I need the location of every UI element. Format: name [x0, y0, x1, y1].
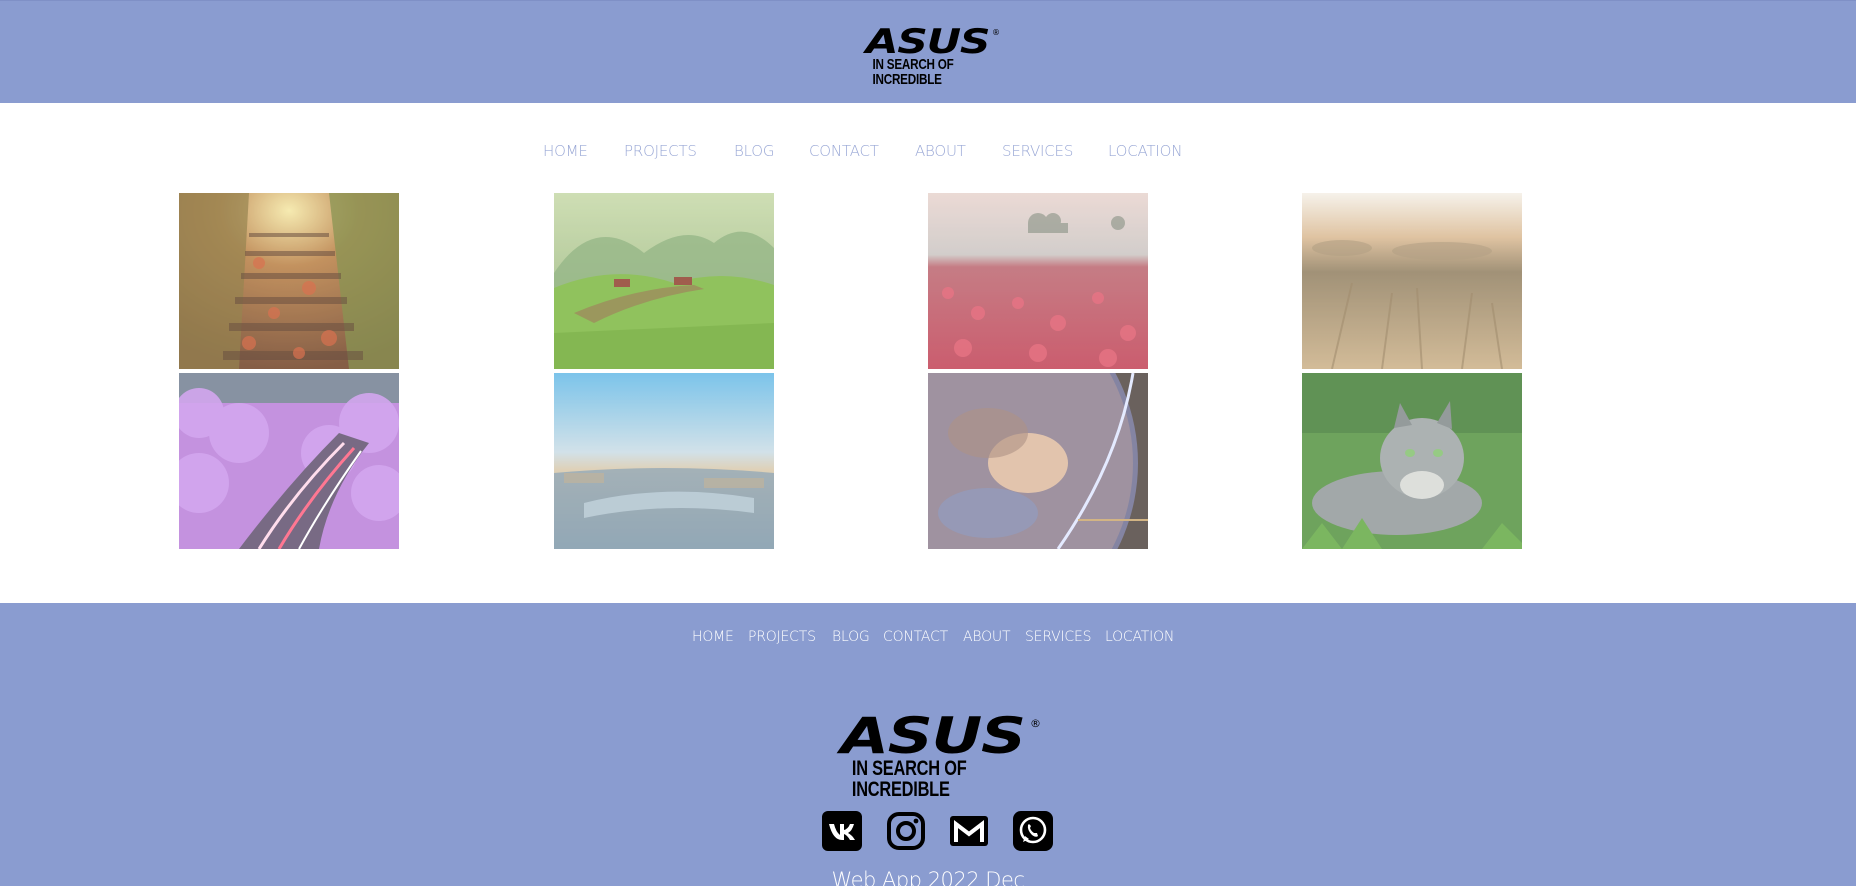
- gallery-image-blossom-road[interactable]: [179, 373, 399, 549]
- page: ASUS ® IN SEARCH OF INCREDIBLE HOME PROJ…: [0, 0, 1856, 886]
- whatsapp-icon[interactable]: [1012, 810, 1054, 852]
- gallery-image-earth-space[interactable]: [928, 373, 1148, 549]
- footer-logo[interactable]: ASUS ® IN SEARCH OF INCREDIBLE: [829, 707, 1041, 801]
- header-logo[interactable]: ASUS ® IN SEARCH OF INCREDIBLE: [857, 22, 1000, 88]
- nav-blog[interactable]: BLOG: [734, 142, 774, 160]
- instagram-icon[interactable]: [885, 810, 927, 852]
- footer-nav-projects[interactable]: PROJECTS: [748, 629, 816, 645]
- social-links: [0, 810, 1856, 852]
- footer-nav-about[interactable]: ABOUT: [963, 629, 1011, 645]
- footer-nav-services[interactable]: SERVICES: [1025, 629, 1092, 645]
- site-footer: HOME PROJECTS BLOG CONTACT ABOUT SERVICE…: [0, 603, 1856, 886]
- main-nav: HOME PROJECTS BLOG CONTACT ABOUT SERVICE…: [0, 142, 1856, 162]
- registered-mark: ®: [1030, 717, 1041, 730]
- footer-nav-blog[interactable]: BLOG: [832, 629, 870, 645]
- logo-tagline: IN SEARCH OF INCREDIBLE: [872, 56, 954, 88]
- gmail-icon[interactable]: [948, 810, 990, 852]
- gallery-image-autumn-stairs[interactable]: [179, 193, 399, 369]
- gallery-image-wheat-field[interactable]: [1302, 193, 1522, 369]
- copyright-text: Web App 2022 Dec: [831, 868, 1025, 886]
- vk-icon[interactable]: [821, 810, 863, 852]
- logo-wordmark: ASUS: [840, 707, 1026, 765]
- nav-about[interactable]: ABOUT: [915, 142, 966, 160]
- nav-contact[interactable]: CONTACT: [809, 142, 879, 160]
- site-header: ASUS ® IN SEARCH OF INCREDIBLE: [0, 0, 1856, 103]
- gallery-image-green-valley[interactable]: [554, 193, 774, 369]
- nav-projects[interactable]: PROJECTS: [624, 142, 697, 160]
- footer-nav-home[interactable]: HOME: [692, 629, 734, 645]
- nav-services[interactable]: SERVICES: [1002, 142, 1073, 160]
- footer-nav-contact[interactable]: CONTACT: [883, 629, 948, 645]
- nav-location[interactable]: LOCATION: [1108, 142, 1182, 160]
- gallery-image-tulip-field[interactable]: [928, 193, 1148, 369]
- nav-home[interactable]: HOME: [543, 142, 588, 160]
- gallery-image-city-dawn[interactable]: [554, 373, 774, 549]
- footer-nav-location[interactable]: LOCATION: [1105, 629, 1174, 645]
- logo-tagline: IN SEARCH OF INCREDIBLE: [851, 757, 967, 801]
- logo-wordmark: ASUS: [865, 22, 991, 62]
- gallery-image-cat[interactable]: [1302, 373, 1522, 549]
- registered-mark: ®: [992, 28, 1000, 37]
